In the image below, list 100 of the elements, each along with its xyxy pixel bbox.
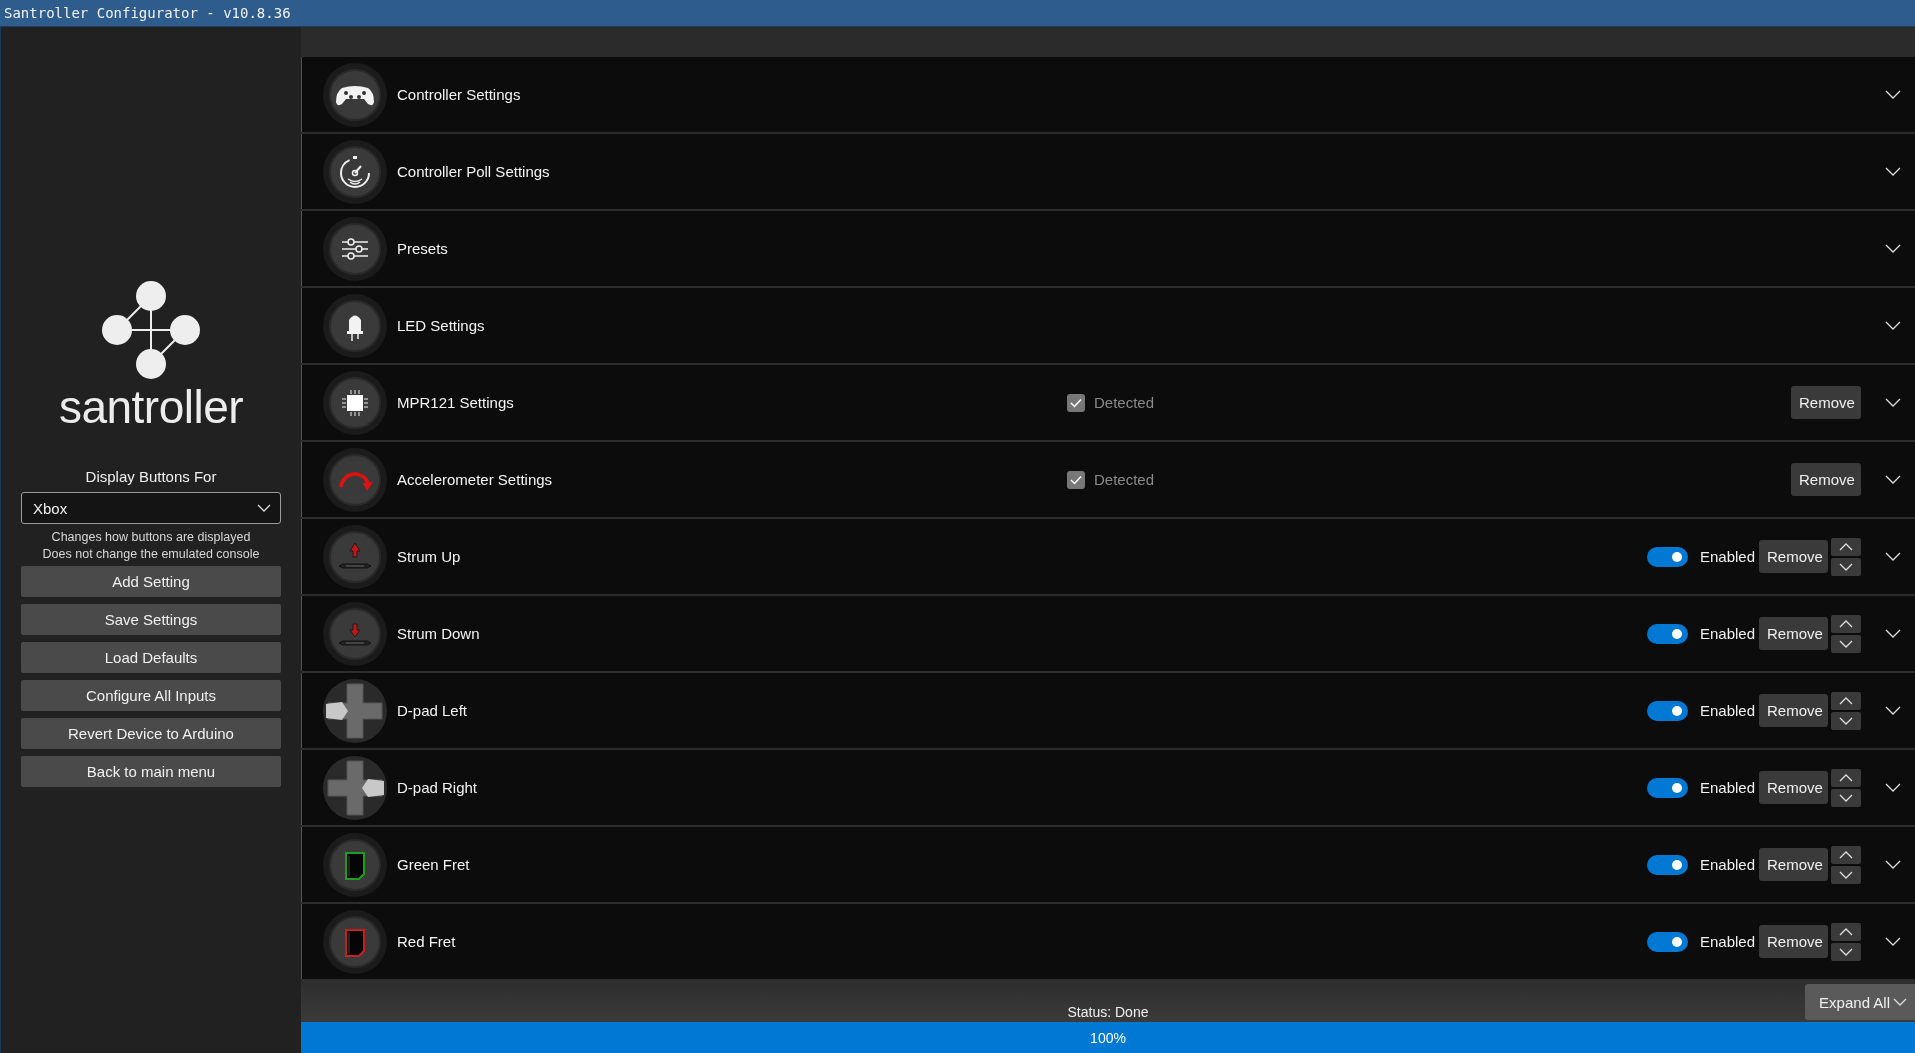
expand-chevron-icon[interactable] [1885,706,1901,715]
enabled-toggle[interactable] [1646,623,1688,644]
settings-row[interactable]: Red Fret Enabled Remove [301,904,1915,979]
move-down-button[interactable] [1831,942,1861,961]
move-up-button[interactable] [1831,537,1861,556]
detected-label: Detected [1094,394,1155,411]
caret-down-icon [257,504,271,512]
enabled-toggle[interactable] [1646,777,1688,798]
sidebar-button[interactable]: Revert Device to Arduino [21,718,281,749]
expand-chevron-icon[interactable] [1885,783,1901,792]
remove-button[interactable]: Remove [1759,848,1828,881]
fret-icon [322,831,388,898]
settings-row[interactable]: LED Settings [301,288,1915,363]
chip-icon [322,369,388,436]
move-up-button[interactable] [1831,845,1861,864]
sidebar-button[interactable]: Configure All Inputs [21,680,281,711]
caret-up-icon [1839,696,1853,705]
enabled-toggle[interactable] [1646,931,1688,952]
logo-text: santroller [58,380,244,434]
settings-row[interactable]: Strum Up Enabled Remove [301,519,1915,594]
dpad-left-icon [322,677,388,744]
expand-all-button[interactable]: Expand All [1805,984,1915,1020]
sidebar-button[interactable]: Add Setting [21,566,281,597]
strum-up-icon [322,523,388,590]
settings-row[interactable]: D-pad Right Enabled Remove [301,750,1915,825]
expand-chevron-icon[interactable] [1885,629,1901,638]
expand-chevron-icon[interactable] [1885,167,1901,176]
strum-down-icon [322,600,388,667]
setting-title: Green Fret [397,856,471,873]
settings-row[interactable]: Green Fret Enabled Remove [301,827,1915,902]
caret-up-icon [1839,927,1853,936]
move-down-button[interactable] [1831,865,1861,884]
enabled-toggle[interactable] [1646,700,1688,721]
stopwatch-icon [322,138,388,205]
setting-title: MPR121 Settings [397,394,515,411]
sidebar-button[interactable]: Save Settings [21,604,281,635]
move-down-button[interactable] [1831,634,1861,653]
move-up-button[interactable] [1831,768,1861,787]
caret-down-icon [1893,998,1907,1006]
enabled-label: Enabled [1699,625,1755,642]
caret-down-icon [1839,639,1853,648]
check-icon [1070,474,1082,485]
caret-up-icon [1839,773,1853,782]
move-down-button[interactable] [1831,557,1861,576]
remove-button[interactable]: Remove [1759,771,1828,804]
settings-row[interactable]: D-pad Left Enabled Remove [301,673,1915,748]
logo-icon [101,280,201,380]
expand-chevron-icon[interactable] [1885,552,1901,561]
move-up-button[interactable] [1831,922,1861,941]
move-up-button[interactable] [1831,614,1861,633]
setting-title: Presets [397,240,449,257]
remove-button[interactable]: Remove [1791,386,1861,419]
display-label: Display Buttons For [85,468,217,485]
expand-chevron-icon[interactable] [1885,244,1901,253]
sidebar-button[interactable]: Load Defaults [21,642,281,673]
fret-icon [322,908,388,975]
remove-button[interactable]: Remove [1791,463,1861,496]
caret-up-icon [1839,542,1853,551]
setting-title: Strum Down [397,625,481,642]
remove-button[interactable]: Remove [1759,540,1828,573]
display-dropdown[interactable]: Xbox [21,492,281,524]
settings-row[interactable]: Controller Settings [301,57,1915,132]
expand-chevron-icon[interactable] [1885,321,1901,330]
remove-button[interactable]: Remove [1759,925,1828,958]
expand-chevron-icon[interactable] [1885,398,1901,407]
setting-title: Red Fret [397,933,457,950]
settings-row[interactable]: Presets [301,211,1915,286]
setting-title: Controller Settings [397,86,522,103]
window-title: Santroller Configurator - v10.8.36 [4,5,291,21]
remove-button[interactable]: Remove [1759,617,1828,650]
enabled-toggle[interactable] [1646,546,1688,567]
caret-up-icon [1839,619,1853,628]
setting-title: Strum Up [397,548,462,565]
expand-chevron-icon[interactable] [1885,937,1901,946]
sliders-icon [322,215,388,282]
status-text: Status: Done [1067,1004,1149,1020]
led-icon [322,292,388,359]
enabled-label: Enabled [1699,548,1755,565]
setting-title: Controller Poll Settings [397,163,551,180]
move-down-button[interactable] [1831,711,1861,730]
expand-chevron-icon[interactable] [1885,475,1901,484]
remove-button[interactable]: Remove [1759,694,1828,727]
caret-up-icon [1839,850,1853,859]
caret-down-icon [1839,947,1853,956]
expand-chevron-icon[interactable] [1885,90,1901,99]
settings-row[interactable]: Controller Poll Settings [301,134,1915,209]
settings-row[interactable]: Strum Down Enabled Remove [301,596,1915,671]
enabled-toggle[interactable] [1646,854,1688,875]
progress-label: 100% [1090,1029,1126,1046]
hint-text: Does not change the emulated console [42,546,260,563]
setting-title: Accelerometer Settings [397,471,554,488]
move-up-button[interactable] [1831,691,1861,710]
caret-down-icon [1839,870,1853,879]
caret-down-icon [1839,716,1853,725]
move-down-button[interactable] [1831,788,1861,807]
expand-chevron-icon[interactable] [1885,860,1901,869]
sidebar-button[interactable]: Back to main menu [21,756,281,787]
setting-title: D-pad Right [397,779,479,796]
setting-title: D-pad Left [397,702,469,719]
check-icon [1070,397,1082,408]
